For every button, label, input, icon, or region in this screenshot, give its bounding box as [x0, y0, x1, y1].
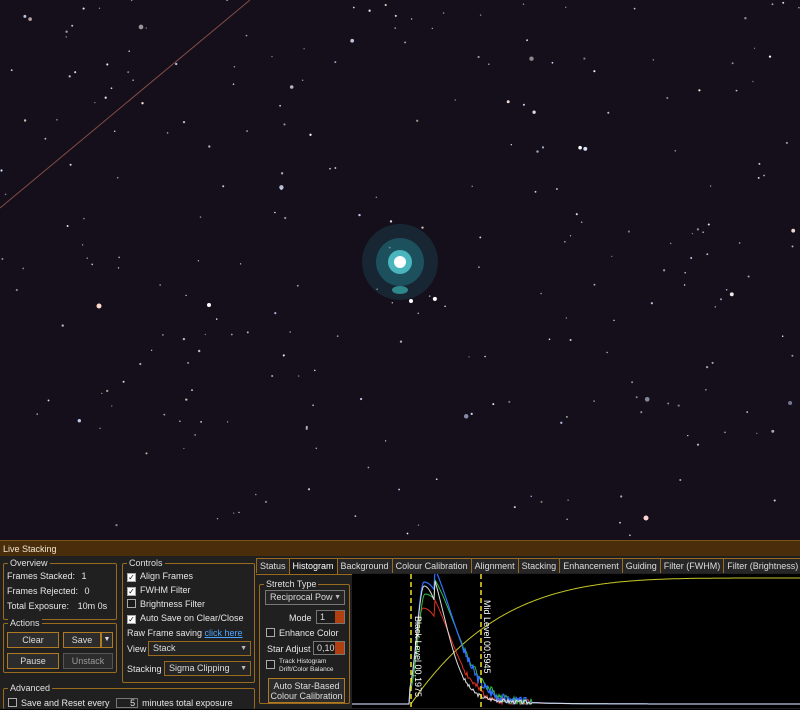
controls-group: Controls ✓ Align Frames ✓ FWHM Filter Brig…: [122, 557, 255, 683]
tab-background[interactable]: Background: [336, 558, 393, 573]
enhance-color-label: Enhance Color: [279, 628, 339, 638]
stretch-type-title: Stretch Type: [264, 578, 319, 590]
mode-spinner[interactable]: 1: [316, 610, 345, 624]
auto-calibration-line1: Auto Star-Based: [273, 681, 340, 691]
frames-rejected-label: Frames Rejected:: [7, 586, 79, 596]
save-reset-checkbox[interactable]: [8, 698, 17, 707]
advanced-title: Advanced: [8, 682, 53, 694]
view-select[interactable]: Stack ▼: [148, 641, 251, 656]
brightness-filter-label: Brightness Filter: [140, 599, 206, 609]
total-exposure-label: Total Exposure:: [7, 601, 70, 611]
mode-value: 1: [320, 612, 326, 622]
frames-stacked-value: 1: [81, 571, 87, 581]
stacking-select-value: Sigma Clipping: [169, 663, 230, 673]
unstack-button[interactable]: Unstack: [63, 653, 113, 669]
tab-stacking[interactable]: Stacking: [517, 558, 561, 573]
fwhm-filter-checkbox[interactable]: ✓: [127, 587, 136, 596]
save-reset-label: Save and Reset every: [21, 698, 110, 708]
raw-frame-link[interactable]: click here: [205, 628, 243, 638]
fwhm-filter-option[interactable]: ✓ FWHM Filter: [127, 584, 191, 596]
tab-alignment[interactable]: Alignment: [470, 558, 519, 573]
tab-filter-fwhm[interactable]: Filter (FWHM): [659, 558, 725, 573]
auto-save-option[interactable]: ✓ Auto Save on Clear/Close: [127, 612, 244, 624]
clear-button[interactable]: Clear: [7, 632, 59, 648]
auto-star-calibration-button[interactable]: Auto Star-Based Colour Calibration: [268, 678, 345, 703]
stacking-label: Stacking: [127, 664, 162, 674]
track-histogram-label: Track Histogram Drift/Color Balance: [279, 658, 334, 673]
stretch-type-group: Stretch Type Reciprocal Pow ▼ Mode 1 Enh…: [259, 578, 350, 704]
spinner-arrows-icon[interactable]: [335, 642, 344, 654]
brightness-filter-option[interactable]: Brightness Filter: [127, 598, 205, 610]
live-stacking-title: Live Stacking: [0, 540, 800, 556]
auto-save-checkbox[interactable]: ✓: [127, 615, 136, 624]
auto-save-label: Auto Save on Clear/Close: [140, 613, 244, 623]
histogram-graph[interactable]: Black Level 00,1975 Mid Level 00,5945: [352, 568, 800, 708]
stacked-image-view[interactable]: [0, 0, 800, 540]
tab-guiding[interactable]: Guiding: [621, 558, 661, 573]
live-stacking-panel: Overview Frames Stacked: 1 Frames Reject…: [0, 556, 800, 709]
mode-label: Mode: [289, 613, 312, 623]
fwhm-filter-label: FWHM Filter: [140, 585, 191, 595]
controls-title: Controls: [127, 557, 165, 569]
overview-title: Overview: [8, 557, 50, 569]
spinner-arrows-icon[interactable]: [335, 611, 344, 623]
tab-colour-calibration[interactable]: Colour Calibration: [391, 558, 472, 573]
chevron-down-icon: ▼: [334, 594, 341, 601]
save-reset-suffix: minutes total exposure: [142, 698, 233, 708]
histogram-svg: Black Level 00,1975 Mid Level 00,5945: [352, 568, 800, 708]
tab-status[interactable]: Status: [256, 558, 290, 573]
view-select-value: Stack: [153, 643, 176, 653]
actions-title: Actions: [8, 617, 42, 629]
chevron-down-icon: ▼: [240, 645, 247, 652]
frames-stacked-label: Frames Stacked:: [7, 571, 76, 581]
star-field-image: [0, 0, 800, 537]
save-reset-row: Save and Reset every 5 minutes total expo…: [8, 697, 233, 709]
tab-filter-brightness[interactable]: Filter (Brightness): [723, 558, 800, 573]
pause-button[interactable]: Pause: [7, 653, 59, 669]
view-label: View: [127, 644, 147, 654]
raw-frame-row: Raw Frame saving click here: [127, 627, 243, 639]
brightness-filter-checkbox[interactable]: [127, 599, 136, 608]
star-adjust-value: 0,10: [317, 643, 335, 653]
save-dropdown-icon[interactable]: ▼: [101, 632, 113, 648]
tab-histogram[interactable]: Histogram: [288, 558, 338, 575]
black-level-label: Black Level 00,1975: [413, 616, 423, 697]
align-frames-label: Align Frames: [140, 571, 194, 581]
tab-enhancement[interactable]: Enhancement: [559, 558, 623, 573]
total-exposure-row: Total Exposure: 10m 0s: [7, 600, 107, 612]
frames-rejected-value: 0: [84, 586, 90, 596]
stretch-type-value: Reciprocal Pow: [270, 592, 333, 602]
enhance-color-option[interactable]: Enhance Color: [266, 627, 339, 639]
tab-bar: Status Histogram Background Colour Calibrat…: [256, 558, 800, 575]
save-button[interactable]: Save: [63, 632, 101, 648]
align-frames-checkbox[interactable]: ✓: [127, 573, 136, 582]
enhance-color-checkbox[interactable]: [266, 628, 275, 637]
stacking-select[interactable]: Sigma Clipping ▼: [164, 661, 251, 676]
track-histogram-checkbox[interactable]: [266, 660, 275, 669]
advanced-group: Advanced Save and Reset every 5 minutes t…: [3, 682, 255, 709]
chevron-down-icon: ▼: [240, 665, 247, 672]
frames-rejected-row: Frames Rejected: 0: [7, 585, 90, 597]
total-exposure-value: 10m 0s: [77, 601, 108, 611]
track-histogram-option[interactable]: Track Histogram Drift/Color Balance: [266, 658, 346, 674]
overview-group: Overview Frames Stacked: 1 Frames Reject…: [3, 557, 117, 620]
stretch-type-select[interactable]: Reciprocal Pow ▼: [265, 590, 345, 605]
align-frames-option[interactable]: ✓ Align Frames: [127, 570, 193, 582]
star-adjust-spinner[interactable]: 0,10: [313, 641, 345, 655]
save-reset-minutes-input[interactable]: 5: [116, 698, 139, 708]
mid-level-label: Mid Level 00,5945: [482, 600, 492, 674]
auto-calibration-line2: Colour Calibration: [270, 691, 343, 701]
actions-group: Actions Clear Save ▼ Pause Unstack: [3, 617, 117, 673]
frames-stacked-row: Frames Stacked: 1: [7, 570, 87, 582]
raw-frame-label: Raw Frame saving: [127, 628, 203, 638]
star-adjust-label: Star Adjust: [267, 644, 311, 654]
